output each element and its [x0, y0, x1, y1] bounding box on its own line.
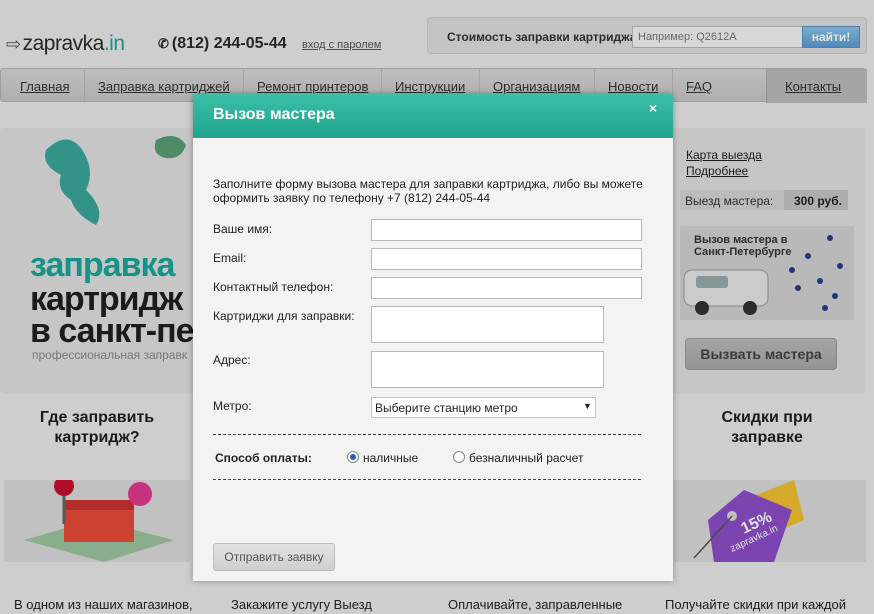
- chevron-down-icon: ▼: [583, 401, 592, 411]
- modal-header: Вызов мастера ×: [193, 94, 673, 138]
- close-icon[interactable]: ×: [649, 100, 657, 116]
- modal-intro: Заполните форму вызова мастера для запра…: [213, 177, 643, 205]
- payment-label: Способ оплаты:: [215, 451, 312, 465]
- phone-label: Контактный телефон:: [213, 280, 334, 294]
- payment-cashless-radio[interactable]: [453, 451, 465, 463]
- cartridges-label: Картриджи для заправки:: [213, 309, 355, 323]
- payment-cash-label[interactable]: наличные: [363, 451, 418, 465]
- payment-cash-radio[interactable]: [347, 451, 359, 463]
- phone-field[interactable]: [371, 277, 642, 299]
- name-field[interactable]: [371, 219, 642, 241]
- address-field[interactable]: [371, 351, 604, 388]
- submit-request-button[interactable]: Отправить заявку: [213, 543, 335, 571]
- metro-label: Метро:: [213, 399, 252, 413]
- name-label: Ваше имя:: [213, 222, 273, 236]
- cartridges-field[interactable]: [371, 306, 604, 343]
- divider-top: [213, 434, 641, 435]
- metro-select[interactable]: Выберите станцию метро ▼: [371, 397, 596, 418]
- call-master-modal: Вызов мастера × Заполните форму вызова м…: [193, 94, 673, 581]
- divider-bottom: [213, 479, 641, 480]
- modal-title: Вызов мастера: [213, 106, 335, 123]
- email-field[interactable]: [371, 248, 642, 270]
- metro-select-value: Выберите станцию метро: [375, 401, 518, 415]
- address-label: Адрес:: [213, 353, 251, 367]
- payment-cashless-label[interactable]: безналичный расчет: [469, 451, 583, 465]
- email-label: Email:: [213, 251, 247, 265]
